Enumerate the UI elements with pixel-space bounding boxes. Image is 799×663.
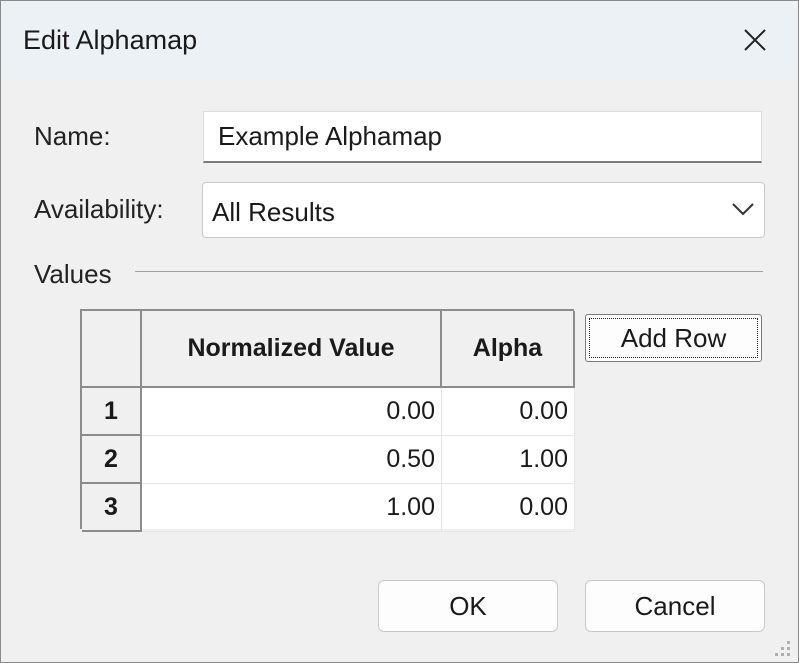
chevron-down-icon — [732, 203, 754, 216]
availability-select[interactable]: All Results — [202, 182, 765, 238]
edit-alphamap-dialog: Edit Alphamap Name: Availability: All Re… — [0, 0, 799, 663]
availability-selected-value: All Results — [212, 197, 335, 227]
name-input[interactable] — [204, 112, 761, 161]
corner-header — [82, 311, 142, 388]
row-header[interactable]: 2 — [82, 436, 142, 484]
column-header-alpha[interactable]: Alpha — [442, 311, 575, 388]
name-field[interactable] — [203, 111, 762, 163]
row-header[interactable]: 3 — [82, 484, 142, 532]
row-header[interactable]: 1 — [82, 388, 142, 436]
cell-alpha[interactable]: 0.00 — [442, 484, 575, 532]
name-label: Name: — [34, 121, 111, 151]
add-row-button[interactable]: Add Row — [585, 314, 762, 362]
values-table: Normalized Value Alpha 1 0.00 0.00 2 0.5… — [80, 309, 575, 532]
cell-normalized-value[interactable]: 0.50 — [142, 436, 442, 484]
resize-grip-icon[interactable] — [769, 635, 793, 659]
cell-alpha[interactable]: 1.00 — [442, 436, 575, 484]
close-icon — [744, 29, 766, 51]
cell-normalized-value[interactable]: 0.00 — [142, 388, 442, 436]
cell-normalized-value[interactable]: 1.00 — [142, 484, 442, 532]
close-button[interactable] — [727, 15, 783, 65]
values-separator — [135, 271, 763, 272]
values-group-label: Values — [34, 259, 112, 289]
ok-button[interactable]: OK — [378, 580, 558, 632]
column-header-normalized-value[interactable]: Normalized Value — [142, 311, 442, 388]
cancel-button[interactable]: Cancel — [585, 580, 765, 632]
cell-alpha[interactable]: 0.00 — [442, 388, 575, 436]
availability-label: Availability: — [34, 194, 164, 224]
title-bar: Edit Alphamap — [1, 1, 798, 79]
add-row-label: Add Row — [620, 322, 727, 353]
dialog-title: Edit Alphamap — [23, 25, 198, 55]
